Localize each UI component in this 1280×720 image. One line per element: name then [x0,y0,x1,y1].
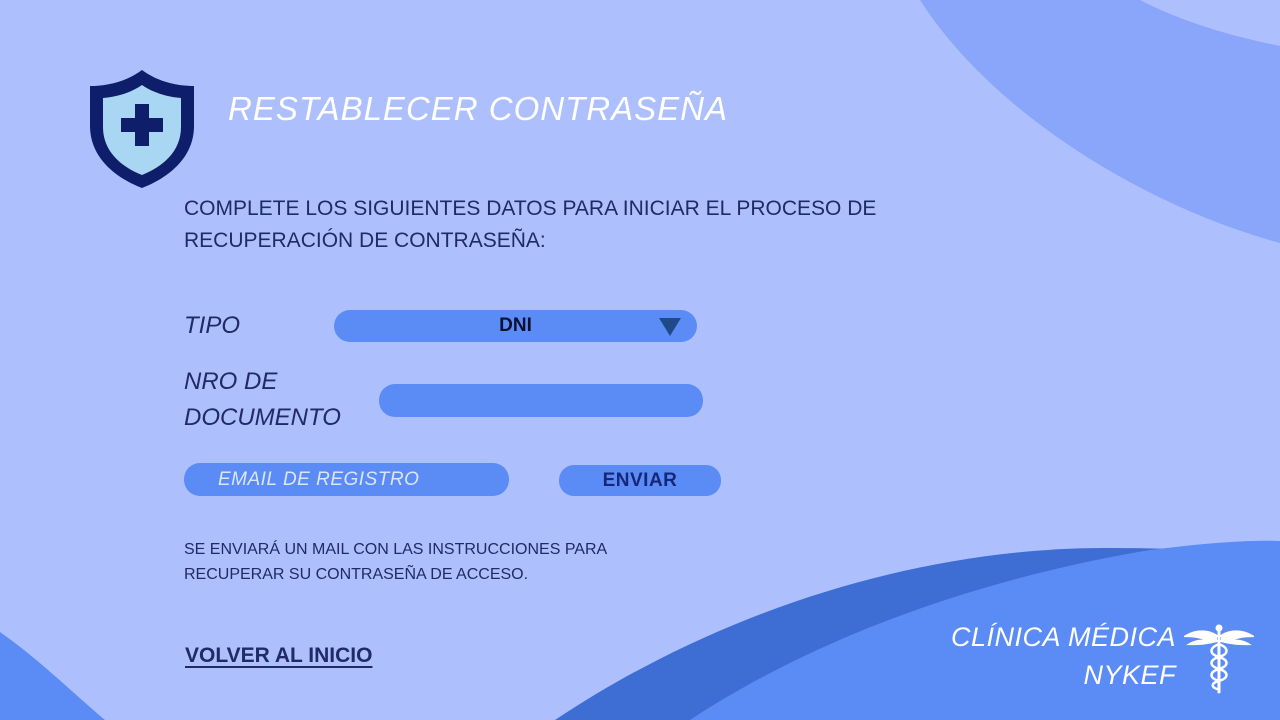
home-link[interactable]: VOLVER AL INICIO [185,644,372,668]
tipo-select-value: DNI [499,315,532,336]
page-title: RESTABLECER CONTRASEÑA [228,90,728,127]
documento-label-line2: DOCUMENTO [184,404,341,431]
shield-cross-icon [90,70,194,188]
triangle-down-icon[interactable] [659,318,681,336]
caduceus-icon [1184,624,1254,694]
tipo-select[interactable]: DNI [334,310,697,342]
instructions-text: COMPLETE LOS SIGUIENTES DATOS PARA INICI… [184,197,877,252]
send-button[interactable]: ENVIAR [559,465,721,496]
documento-input[interactable] [379,384,703,417]
email-note: SE ENVIARÁ UN MAIL CON LAS INSTRUCCIONES… [184,541,607,583]
email-input[interactable] [184,463,509,496]
documento-label-line1: NRO DE [184,368,278,395]
clinic-name-line2: NYKEF [1083,660,1176,690]
clinic-name-line1: CLÍNICA MÉDICA [950,622,1176,652]
clinic-name: CLÍNICA MÉDICA NYKEF [930,618,1176,694]
documento-label: NRO DE DOCUMENTO [184,364,341,436]
tipo-label: TIPO [184,312,241,339]
